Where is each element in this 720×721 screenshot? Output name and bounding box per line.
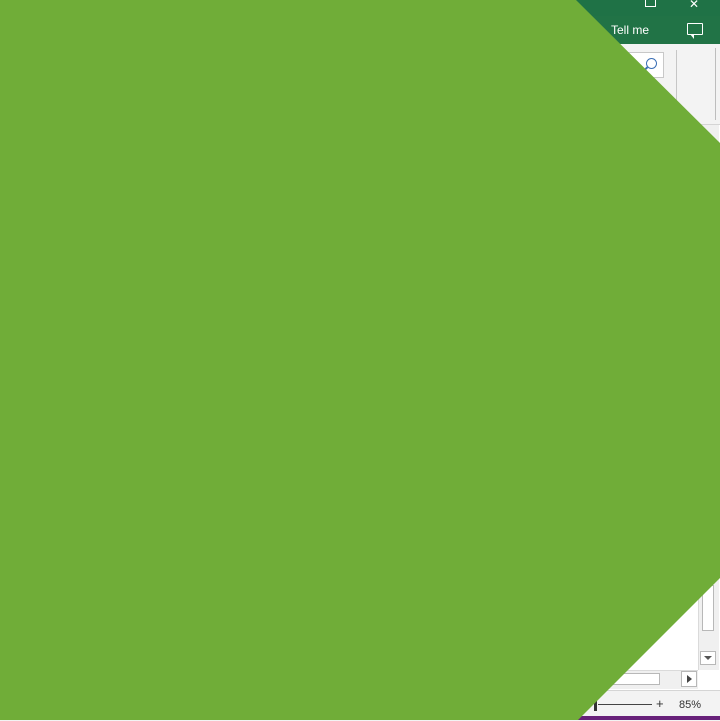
green-transition-overlay (0, 0, 720, 720)
search-icon (646, 58, 657, 69)
zoom-level[interactable]: 85% (679, 699, 701, 711)
restore-icon[interactable] (645, 0, 656, 7)
scroll-down-button[interactable] (700, 651, 716, 665)
comment-icon[interactable] (687, 23, 703, 39)
zoom-in-button[interactable]: + (656, 696, 664, 711)
zoom-slider[interactable] (598, 704, 652, 705)
scroll-right-button[interactable] (681, 671, 697, 687)
tell-me-button[interactable]: Tell me (611, 23, 649, 37)
ribbon-edge (715, 48, 716, 120)
close-icon[interactable]: ✕ (689, 0, 699, 11)
